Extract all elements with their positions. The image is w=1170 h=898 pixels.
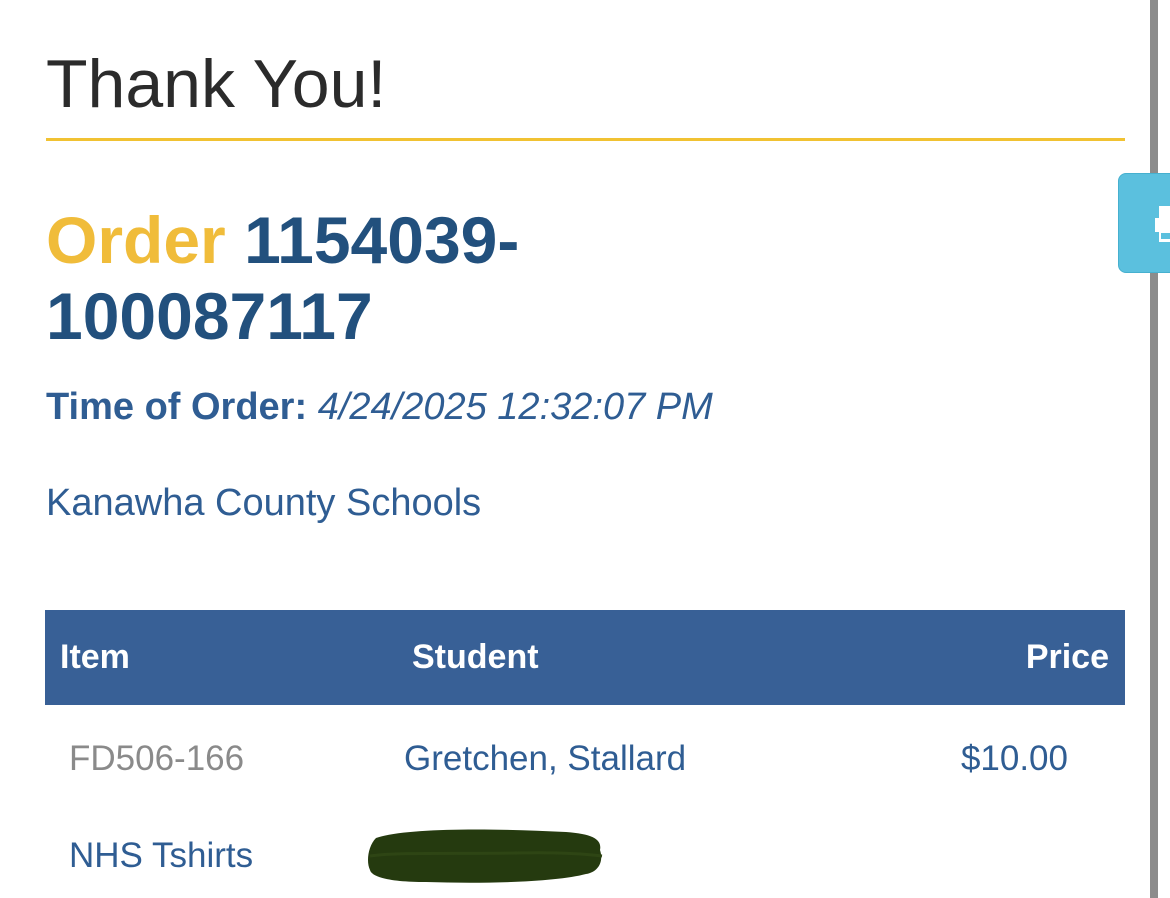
- time-of-order-label: Time of Order:: [46, 386, 308, 428]
- student-name: Gretchen, Stallard: [404, 739, 687, 778]
- window-edge: [1150, 0, 1158, 898]
- organization-name: Kanawha County Schools: [46, 482, 482, 524]
- time-of-order-value: 4/24/2025 12:32:07 PM: [317, 386, 713, 428]
- window-gap: [1158, 0, 1170, 898]
- item-name: NHS Tshirts: [69, 836, 254, 875]
- column-header-student: Student: [412, 638, 539, 676]
- item-code: FD506-166: [69, 739, 245, 778]
- order-label: Order: [46, 203, 226, 277]
- title-divider: [46, 138, 1125, 141]
- redaction-mark: [368, 829, 603, 883]
- order-table-header: Item Student Price: [45, 610, 1125, 705]
- time-of-order: Time of Order: 4/24/2025 12:32:07 PM: [46, 384, 713, 430]
- item-price: $10.00: [960, 739, 1068, 778]
- column-header-price: Price: [1025, 638, 1109, 676]
- print-button[interactable]: [1118, 173, 1170, 273]
- print-icon: [1155, 206, 1170, 242]
- page-title: Thank You!: [46, 46, 387, 122]
- order-confirmation-page: Thank You! Order 1154039-100087117 Time …: [0, 0, 1150, 898]
- order-heading: Order 1154039-100087117: [46, 202, 666, 354]
- column-header-item: Item: [60, 638, 130, 676]
